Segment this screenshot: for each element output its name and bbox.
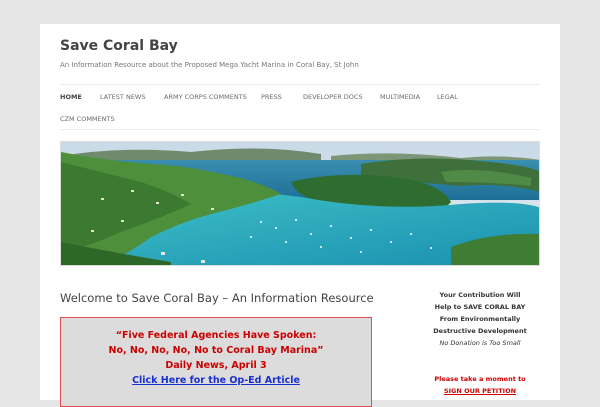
site-title[interactable]: Save Coral Bay (60, 38, 178, 54)
donation-line-5: No Donation is Too Small (439, 339, 521, 347)
nav-item-latest-news[interactable]: LATEST NEWS (100, 93, 145, 101)
nav-item-legal[interactable]: LEGAL (437, 93, 458, 101)
callout-source: Daily News, April 3 (165, 360, 267, 371)
callout-quote-line-1: “Five Federal Agencies Have Spoken: (115, 330, 317, 341)
nav-item-press[interactable]: PRESS (261, 93, 282, 101)
main-navigation: HOME LATEST NEWS ARMY CORPS COMMENTS PRE… (60, 84, 540, 130)
header-image-coral-bay (60, 141, 540, 266)
nav-item-developer-docs[interactable]: DEVELOPER DOCS (303, 93, 363, 101)
op-ed-article-link[interactable]: Click Here for the Op-Ed Article (132, 375, 300, 386)
coral-bay-panorama (61, 142, 539, 265)
callout-quote-line-2: No, No, No, No, No to Coral Bay Marina” (108, 345, 324, 356)
site-description: An Information Resource about the Propos… (60, 61, 359, 69)
donation-line-3: From Environmentally (439, 315, 521, 323)
op-ed-callout: “Five Federal Agencies Have Spoken: No, … (60, 317, 372, 407)
nav-item-army-corps[interactable]: ARMY CORPS COMMENTS (164, 93, 247, 101)
nav-item-multimedia[interactable]: MULTIMEDIA (380, 93, 420, 101)
donation-line-4: Destructive Development (433, 327, 527, 335)
donation-line-1: Your Contribution Will (439, 291, 521, 299)
donation-line-2: Help to SAVE CORAL BAY (434, 303, 526, 311)
nav-item-czm-comments[interactable]: CZM COMMENTS (60, 115, 115, 123)
page-container: Save Coral Bay An Information Resource a… (40, 24, 560, 407)
petition-prompt: Please take a moment to (434, 375, 526, 383)
callout-link-wrapper: Click Here for the Op-Ed Article (61, 375, 371, 386)
post-title[interactable]: Welcome to Save Coral Bay – An Informati… (60, 291, 374, 305)
petition-link-wrapper: SIGN OUR PETITION (405, 387, 555, 395)
sign-petition-link[interactable]: SIGN OUR PETITION (444, 387, 516, 395)
nav-item-home[interactable]: HOME (60, 93, 82, 101)
